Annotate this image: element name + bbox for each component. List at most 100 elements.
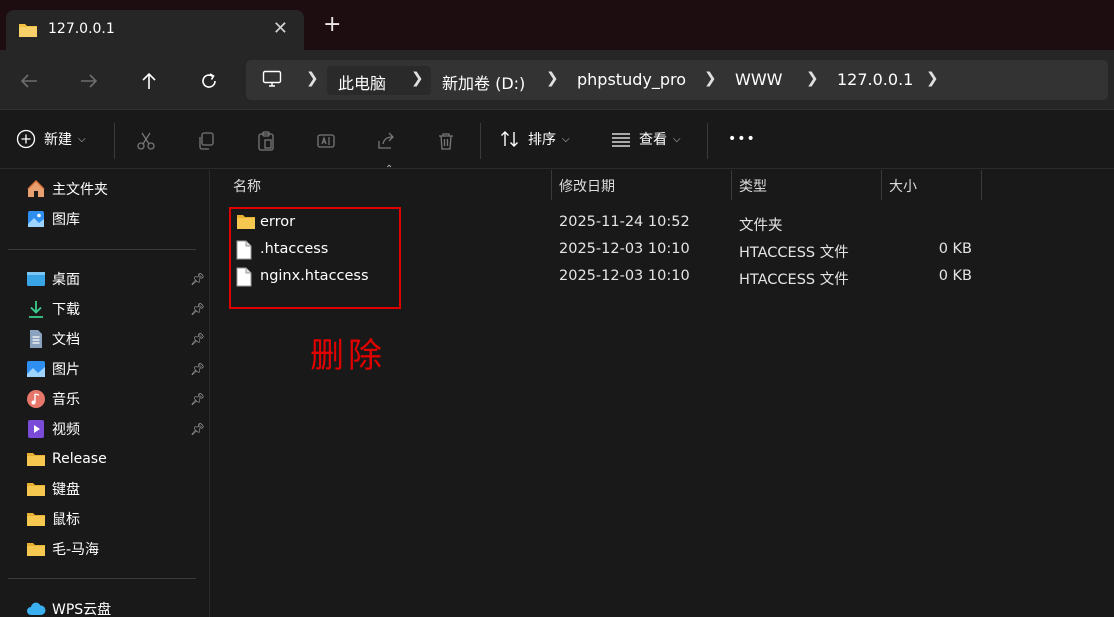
- chevron-right-icon[interactable]: ❯: [806, 69, 819, 87]
- column-header-modified[interactable]: 修改日期: [559, 176, 615, 196]
- sidebar-item-music[interactable]: 音乐: [26, 388, 80, 410]
- sort-ascending-icon: ⌃: [385, 164, 394, 175]
- sidebar-item-downloads[interactable]: 下载: [26, 298, 80, 320]
- paste-icon[interactable]: [256, 130, 276, 156]
- sort-button[interactable]: 排序 ⌵: [500, 129, 570, 149]
- navigation-pane: 主文件夹 图库 桌面 📌︎ 下载 📌︎ 文档 📌︎ 图片 📌︎ 音乐 📌︎ 视频…: [0, 170, 210, 617]
- sidebar-item-wps-cloud[interactable]: WPS云盘: [26, 598, 111, 617]
- file-type: 文件夹: [739, 218, 783, 234]
- breadcrumb-this-pc[interactable]: 此电脑: [338, 70, 386, 94]
- up-button[interactable]: [134, 66, 164, 96]
- back-button[interactable]: [14, 66, 44, 96]
- chevron-right-icon[interactable]: ❯: [411, 69, 424, 87]
- back-arrow-icon: [20, 74, 37, 88]
- chevron-right-icon[interactable]: ❯: [926, 69, 939, 87]
- new-tab-button[interactable]: +: [323, 14, 341, 36]
- sort-icon: [501, 131, 518, 147]
- column-header-type[interactable]: 类型: [739, 176, 767, 196]
- view-list-icon: [612, 133, 630, 147]
- pin-icon[interactable]: 📌︎: [190, 272, 205, 286]
- sidebar-item-videos[interactable]: 视频: [26, 418, 80, 440]
- title-bar: 127.0.0.1 ✕ +: [0, 0, 1114, 50]
- desktop-icon: [26, 269, 46, 289]
- file-type: HTACCESS 文件: [739, 272, 849, 288]
- refresh-button[interactable]: [194, 66, 224, 96]
- home-icon: [26, 179, 46, 199]
- column-divider[interactable]: [881, 170, 882, 200]
- up-arrow-icon: [142, 72, 156, 89]
- sidebar-item-desktop[interactable]: 桌面: [26, 268, 80, 290]
- breadcrumb-www[interactable]: WWW: [735, 70, 782, 89]
- column-header-size[interactable]: 大小: [889, 176, 917, 196]
- pin-icon[interactable]: 📌︎: [190, 362, 205, 376]
- chevron-right-icon[interactable]: ❯: [704, 69, 717, 87]
- tab-current[interactable]: 127.0.0.1 ✕: [6, 10, 304, 50]
- column-divider[interactable]: [551, 170, 552, 200]
- chevron-down-icon: ⌵: [673, 133, 681, 145]
- chevron-right-icon: ❯: [306, 69, 319, 87]
- gallery-icon: [26, 209, 46, 229]
- file-modified: 2025-11-24 10:52: [559, 214, 690, 230]
- address-bar[interactable]: ❯ 此电脑 ❯ 新加卷 (D:) ❯ phpstudy_pro ❯ WWW ❯ …: [246, 60, 1108, 100]
- file-type: HTACCESS 文件: [739, 245, 849, 261]
- file-modified: 2025-12-03 10:10: [559, 268, 690, 284]
- copy-icon[interactable]: [196, 131, 216, 155]
- divider: [114, 123, 115, 159]
- file-size: 0 KB: [938, 268, 972, 284]
- cut-icon[interactable]: [136, 131, 156, 155]
- sidebar-divider: [8, 249, 196, 250]
- cloud-icon: [26, 599, 46, 617]
- folder-icon: [26, 539, 46, 559]
- folder-icon: [26, 509, 46, 529]
- breadcrumb-drive-d[interactable]: 新加卷 (D:): [442, 70, 525, 94]
- pin-icon[interactable]: 📌︎: [190, 392, 205, 406]
- share-icon[interactable]: [376, 131, 396, 155]
- document-icon: [26, 329, 46, 349]
- plus-circle-icon: [16, 129, 36, 149]
- pin-icon[interactable]: 📌︎: [190, 302, 205, 316]
- chevron-right-icon[interactable]: ❯: [546, 69, 559, 87]
- sidebar-item-keyboard[interactable]: 键盘: [26, 478, 80, 500]
- navigation-bar: ❯ 此电脑 ❯ 新加卷 (D:) ❯ phpstudy_pro ❯ WWW ❯ …: [0, 50, 1114, 110]
- forward-arrow-icon: [81, 74, 98, 88]
- sidebar-item-home[interactable]: 主文件夹: [26, 178, 108, 200]
- close-tab-icon[interactable]: ✕: [273, 18, 288, 39]
- chevron-down-icon: ⌵: [78, 133, 86, 145]
- sort-label: 排序: [528, 132, 556, 148]
- sidebar-item-documents[interactable]: 文档: [26, 328, 80, 350]
- tab-title: 127.0.0.1: [48, 21, 115, 37]
- view-button[interactable]: 查看 ⌵: [611, 129, 681, 149]
- pictures-icon: [26, 359, 46, 379]
- sidebar-item-gallery[interactable]: 图库: [26, 208, 80, 230]
- divider: [480, 123, 481, 159]
- command-bar: 新建 ⌵ 排序 ⌵ 查看 ⌵ •••: [0, 111, 1114, 169]
- pin-icon[interactable]: 📌︎: [190, 332, 205, 346]
- column-divider[interactable]: [731, 170, 732, 200]
- file-size: 0 KB: [938, 241, 972, 257]
- file-modified: 2025-12-03 10:10: [559, 241, 690, 257]
- video-icon: [26, 419, 46, 439]
- sidebar-item-mouse[interactable]: 鼠标: [26, 508, 80, 530]
- more-options-icon[interactable]: •••: [728, 131, 756, 147]
- column-header-name[interactable]: 名称: [233, 176, 261, 196]
- sidebar-divider: [8, 578, 196, 579]
- pin-icon[interactable]: 📌︎: [190, 422, 205, 436]
- file-list: ⌃ 名称 修改日期 类型 大小 error 2025-11-24 10:52 文…: [211, 164, 1114, 617]
- forward-button[interactable]: [74, 66, 104, 96]
- sidebar-item-pictures[interactable]: 图片: [26, 358, 80, 380]
- folder-icon: [26, 479, 46, 499]
- sidebar-item-mohair[interactable]: 毛-马海: [26, 538, 99, 560]
- annotation-text: 删除: [310, 336, 386, 376]
- folder-icon: [26, 449, 46, 469]
- chevron-down-icon: ⌵: [562, 133, 570, 145]
- music-icon: [26, 389, 46, 409]
- breadcrumb-phpstudy[interactable]: phpstudy_pro: [577, 70, 686, 89]
- breadcrumb-current[interactable]: 127.0.0.1: [837, 70, 913, 89]
- delete-icon[interactable]: [436, 131, 456, 155]
- new-button[interactable]: 新建 ⌵: [16, 129, 86, 149]
- column-divider[interactable]: [981, 170, 982, 200]
- computer-icon: [262, 70, 282, 92]
- download-icon: [26, 299, 46, 319]
- rename-icon[interactable]: [316, 131, 336, 155]
- sidebar-item-release[interactable]: Release: [26, 448, 107, 470]
